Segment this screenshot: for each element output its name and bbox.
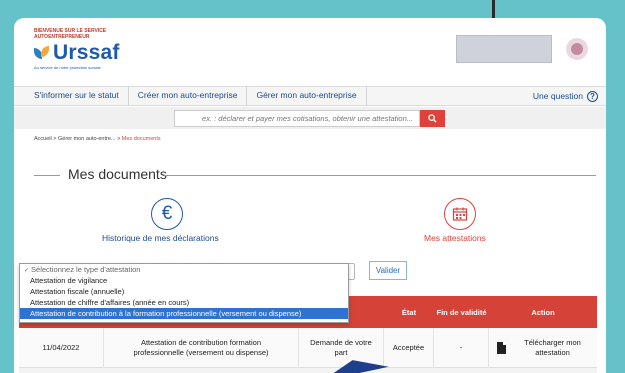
title-rule-left: [34, 175, 60, 176]
dropdown-option-fiscale[interactable]: Attestation fiscale (annuelle): [20, 286, 348, 297]
page-title: Mes documents: [68, 166, 167, 182]
search-button[interactable]: [420, 110, 445, 127]
dropdown-placeholder[interactable]: ✓ Sélectionnez le type d'attestation: [20, 264, 348, 275]
column-header-validity: Fin de validité: [436, 307, 487, 317]
cell-type: Attestation de contribution formation pr…: [104, 328, 299, 368]
check-icon: ✓: [24, 268, 30, 274]
column-header-state: État: [401, 307, 417, 317]
valider-button[interactable]: Valider: [369, 261, 407, 280]
dropdown-option-chiffre-affaires[interactable]: Attestation de chiffre d'affaires (année…: [20, 297, 348, 308]
attestations-link[interactable]: Mes attestations: [424, 233, 486, 243]
table-row-next: [19, 368, 597, 373]
dropdown-option-formation[interactable]: Attestation de contribution à la formati…: [20, 308, 348, 319]
title-rule-right: [164, 175, 596, 176]
cell-validity: -: [434, 328, 489, 368]
breadcrumb-current: Mes documents: [121, 136, 161, 142]
brand-tagline: Au service de notre protection sociale: [34, 65, 101, 70]
background-pointer: [492, 0, 495, 18]
question-link[interactable]: Une question ?: [532, 90, 606, 102]
cell-state: Acceptée: [384, 328, 434, 368]
breadcrumb-gerer[interactable]: Gérer mon auto-entre...: [58, 136, 115, 142]
history-link[interactable]: Historique de mes déclarations: [102, 233, 219, 243]
download-action[interactable]: Télécharger mon attestation: [489, 328, 597, 368]
brand-welcome-text: BIENVENUE SUR LE SERVICE AUTOENTREPRENEU…: [34, 28, 107, 40]
attestation-type-dropdown[interactable]: ✓ Sélectionnez le type d'attestation Atte…: [19, 263, 349, 323]
download-label: Télécharger mon attestation: [524, 338, 581, 357]
brand-name: Urssaf: [53, 41, 120, 64]
nav-item-creer[interactable]: Créer mon auto-entreprise: [129, 86, 248, 106]
dropdown-placeholder-label: Sélectionnez le type d'attestation: [31, 265, 141, 274]
cell-date: 11/04/2022: [19, 328, 104, 368]
breadcrumb-home[interactable]: Accueil: [34, 136, 52, 142]
main-nav: S'informer sur le statut Créer mon auto-…: [14, 86, 606, 106]
urssaf-logo[interactable]: Urssaf: [34, 41, 120, 65]
user-icon: [571, 43, 583, 55]
nav-item-informer[interactable]: S'informer sur le statut: [14, 86, 129, 106]
breadcrumb: Accueil > Gérer mon auto-entre... > Mes …: [34, 136, 161, 142]
dropdown-option-vigilance[interactable]: Attestation de vigilance: [20, 275, 348, 286]
search-icon: [428, 114, 437, 123]
browser-page: BIENVENUE SUR LE SERVICE AUTOENTREPRENEU…: [14, 18, 606, 373]
calendar-glyph: [452, 207, 468, 221]
user-name-redacted[interactable]: [456, 35, 552, 63]
urssaf-leaf-icon: [34, 45, 50, 61]
download-file-icon: [497, 342, 506, 354]
nav-item-gerer[interactable]: Gérer mon auto-entreprise: [247, 86, 367, 106]
column-header-action: Action: [531, 307, 555, 317]
euro-icon[interactable]: €: [151, 198, 183, 230]
avatar[interactable]: [566, 38, 588, 60]
table-row: 11/04/2022 Attestation de contribution f…: [19, 328, 597, 368]
help-icon: ?: [587, 90, 598, 102]
question-label: Une question: [532, 91, 583, 101]
search-input[interactable]: [174, 110, 420, 127]
calendar-icon[interactable]: [444, 198, 476, 230]
